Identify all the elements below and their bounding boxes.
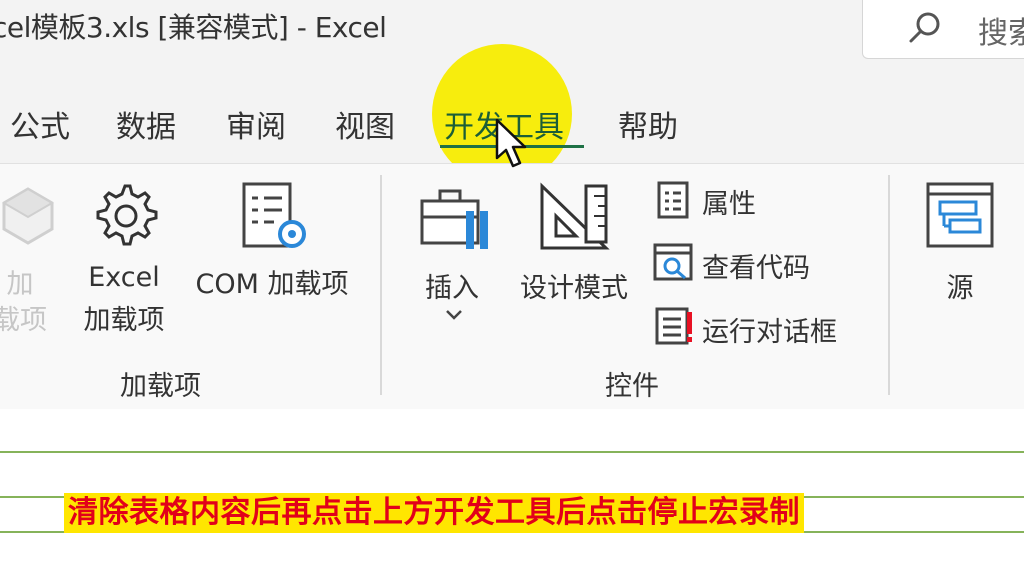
com-addins-icon[interactable] [240, 180, 312, 256]
properties-icon[interactable] [656, 180, 690, 220]
xml-source-icon[interactable] [924, 180, 996, 250]
excel-addins-label-1[interactable]: Excel [84, 262, 164, 293]
design-mode-icon[interactable] [536, 180, 612, 254]
addins-label-1: 加 [6, 269, 34, 300]
instruction-caption: 清除表格内容后再点击上方开发工具后点击停止宏录制 [64, 493, 804, 533]
chevron-down-icon[interactable] [444, 308, 464, 322]
row-border [0, 451, 1024, 453]
design-mode-label[interactable]: 设计模式 [514, 266, 634, 305]
tab-formulas[interactable]: 公式 [10, 102, 70, 146]
addins-icon[interactable] [0, 183, 56, 249]
view-code-icon[interactable] [652, 242, 694, 284]
search-icon[interactable] [908, 10, 944, 46]
tab-data[interactable]: 数据 [116, 102, 176, 146]
window-title: cel模板3.xls [兼容模式] - Excel [0, 11, 387, 44]
run-dialog-label[interactable]: 运行对话框 [702, 310, 837, 349]
properties-label[interactable]: 属性 [702, 182, 756, 221]
controls-group-label: 控件 [605, 371, 659, 402]
search-placeholder[interactable]: 搜索 [978, 8, 1024, 52]
group-separator [380, 175, 382, 395]
addins-group-label: 加载项 [120, 371, 201, 402]
tab-help[interactable]: 帮助 [618, 102, 678, 146]
insert-label[interactable]: 插入 [420, 266, 484, 305]
tab-review[interactable]: 审阅 [226, 102, 286, 146]
com-addins-label[interactable]: COM 加载项 [186, 262, 358, 301]
addins-label-2: 载项 [0, 305, 47, 336]
view-code-label[interactable]: 查看代码 [702, 246, 810, 285]
gear-icon[interactable] [90, 180, 160, 250]
tab-view[interactable]: 视图 [335, 102, 395, 146]
xml-source-label[interactable]: 源 [940, 266, 980, 305]
excel-addins-label-2[interactable]: 加载项 [78, 298, 170, 337]
group-separator [888, 175, 890, 395]
insert-controls-icon[interactable] [418, 185, 492, 253]
mouse-cursor-icon [495, 118, 527, 168]
run-dialog-icon[interactable] [654, 306, 694, 346]
